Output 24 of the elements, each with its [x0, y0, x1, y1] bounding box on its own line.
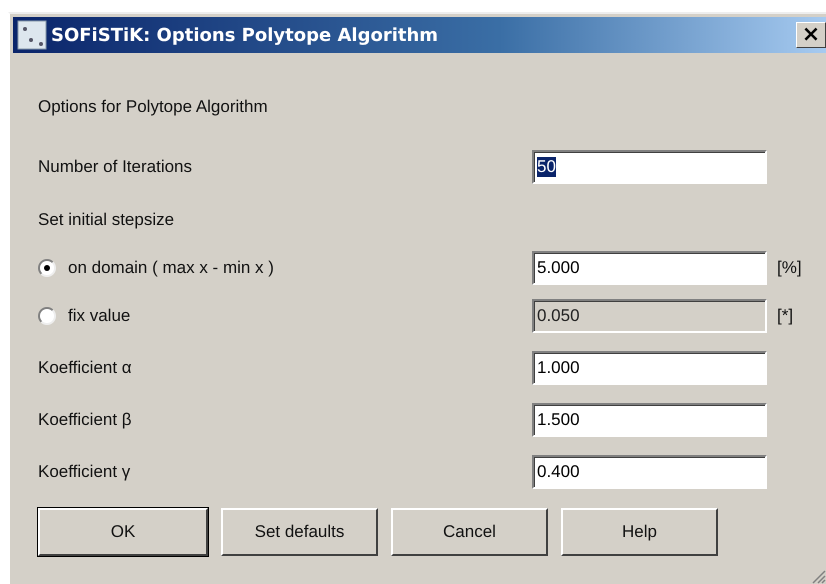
input-field[interactable]: 50: [532, 150, 767, 184]
radio-label: fix value: [68, 306, 130, 326]
field-label: Koefficient α: [38, 358, 132, 378]
section-label: Set initial stepsize: [38, 210, 174, 230]
resize-grip-icon[interactable]: [810, 568, 826, 584]
dialog-button[interactable]: OK: [38, 508, 208, 556]
dialog-button[interactable]: Cancel: [391, 508, 548, 556]
input-field[interactable]: 1.000: [532, 351, 767, 385]
app-icon: [17, 20, 47, 50]
field-label: Koefficient β: [38, 410, 132, 430]
field-label: Number of Iterations: [38, 157, 192, 177]
input-field[interactable]: 1.500: [532, 403, 767, 437]
input-field[interactable]: 5.000: [532, 251, 767, 285]
close-button[interactable]: ×: [796, 22, 826, 48]
dialog-button[interactable]: Help: [561, 508, 718, 556]
input-field[interactable]: 0.400: [532, 455, 767, 489]
heading: Options for Polytope Algorithm: [38, 96, 269, 118]
unit-label: [%]: [777, 258, 802, 278]
window-title: SOFiSTiK: Options Polytope Algorithm: [51, 24, 440, 46]
radio-label: on domain ( max x - min x ): [68, 258, 274, 278]
radio-button[interactable]: [38, 259, 56, 277]
field-label: Koefficient γ: [38, 462, 130, 482]
dialog-button[interactable]: Set defaults: [221, 508, 378, 556]
unit-label: [*]: [777, 306, 794, 326]
